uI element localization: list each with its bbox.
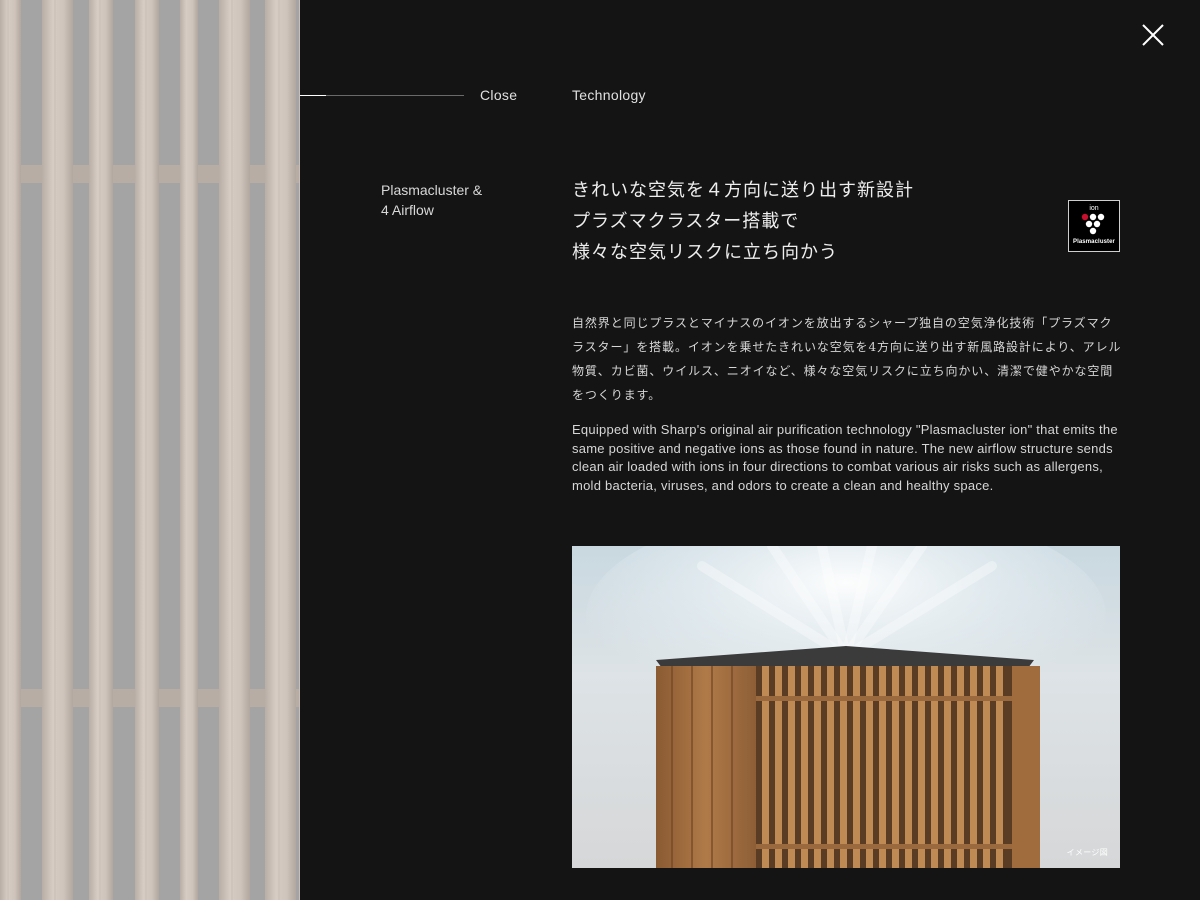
section-label: Plasmacluster & 4 Airflow xyxy=(381,180,531,220)
close-icon xyxy=(1142,24,1164,46)
headline-line3: 様々な空気リスクに立ち向かう xyxy=(572,242,838,263)
logo-ion-text: ion xyxy=(1089,205,1098,212)
plasmacluster-logo: ion Plasmacluster xyxy=(1068,200,1120,252)
wood-slat-graphic xyxy=(0,0,299,900)
page-headline: きれいな空気を４方向に送り出す新設計 プラズマクラスター搭載で 様々な空気リスク… xyxy=(572,175,1052,268)
nav-technology-link[interactable]: Technology xyxy=(572,87,646,103)
image-caption: イメージ図 xyxy=(1066,848,1108,857)
section-label-line1: Plasmacluster & xyxy=(381,182,483,198)
section-label-line2: 4 Airflow xyxy=(381,202,434,218)
nav-close-link[interactable]: Close xyxy=(480,87,517,103)
headline-line1: きれいな空気を４方向に送り出す新設計 xyxy=(572,180,914,201)
body-text-en: Equipped with Sharp's original air purif… xyxy=(572,422,1118,493)
product-image: イメージ図 xyxy=(572,546,1120,868)
close-button[interactable] xyxy=(1138,20,1168,50)
nav-progress-line xyxy=(300,95,464,96)
body-text-jp: 自然界と同じプラスとマイナスのイオンを放出するシャープ独自の空気浄化技術「プラズ… xyxy=(572,316,1122,402)
logo-brand-text: Plasmacluster xyxy=(1073,239,1115,245)
product-illustration xyxy=(572,546,1120,868)
wood-slat-panel xyxy=(0,0,300,900)
headline-line2: プラズマクラスター搭載で xyxy=(572,211,800,232)
